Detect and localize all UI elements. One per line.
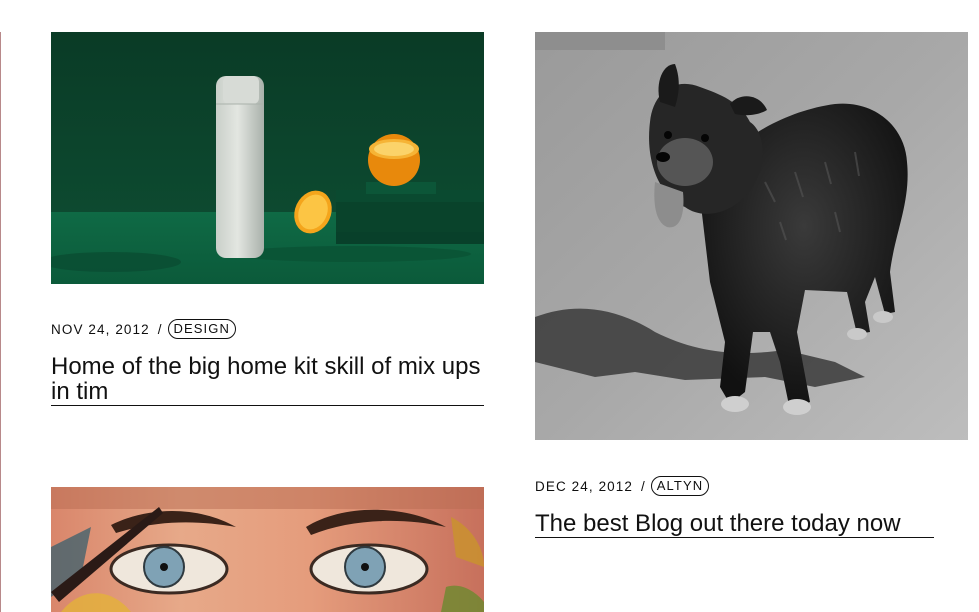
post-image-link[interactable] (51, 487, 484, 612)
post-title-link[interactable]: Home of the big home kit skill of mix up… (51, 354, 484, 404)
post-image-link[interactable] (535, 32, 968, 440)
blog-post-card: NOV 24, 2012 / DESIGN Home of the big ho… (51, 32, 484, 412)
meta-separator: / (641, 478, 645, 494)
post-image-link[interactable] (51, 32, 484, 284)
graffiti-eyes-image (51, 487, 484, 612)
left-edge-divider (0, 32, 1, 612)
title-underline (535, 537, 934, 538)
dog-photo-image (535, 32, 968, 440)
post-date: NOV 24, 2012 (51, 321, 150, 337)
post-title-link[interactable]: The best Blog out there today now (535, 511, 968, 536)
post-title: The best Blog out there today now (535, 510, 901, 537)
blog-post-card: DEC 24, 2012 / ALTYN The best Blog out t… (535, 32, 968, 552)
bottle-oranges-image (51, 32, 484, 284)
title-underline (51, 405, 484, 406)
meta-separator: / (157, 321, 162, 337)
category-tag[interactable]: DESIGN (167, 319, 236, 339)
post-meta: DEC 24, 2012 / ALTYN (535, 476, 710, 496)
category-tag[interactable]: ALTYN (650, 476, 710, 496)
post-date: DEC 24, 2012 (535, 478, 634, 494)
post-title: Home of the big home kit skill of mix up… (51, 353, 481, 405)
blog-post-card (51, 487, 484, 612)
post-meta: NOV 24, 2012 / DESIGN (51, 319, 236, 339)
